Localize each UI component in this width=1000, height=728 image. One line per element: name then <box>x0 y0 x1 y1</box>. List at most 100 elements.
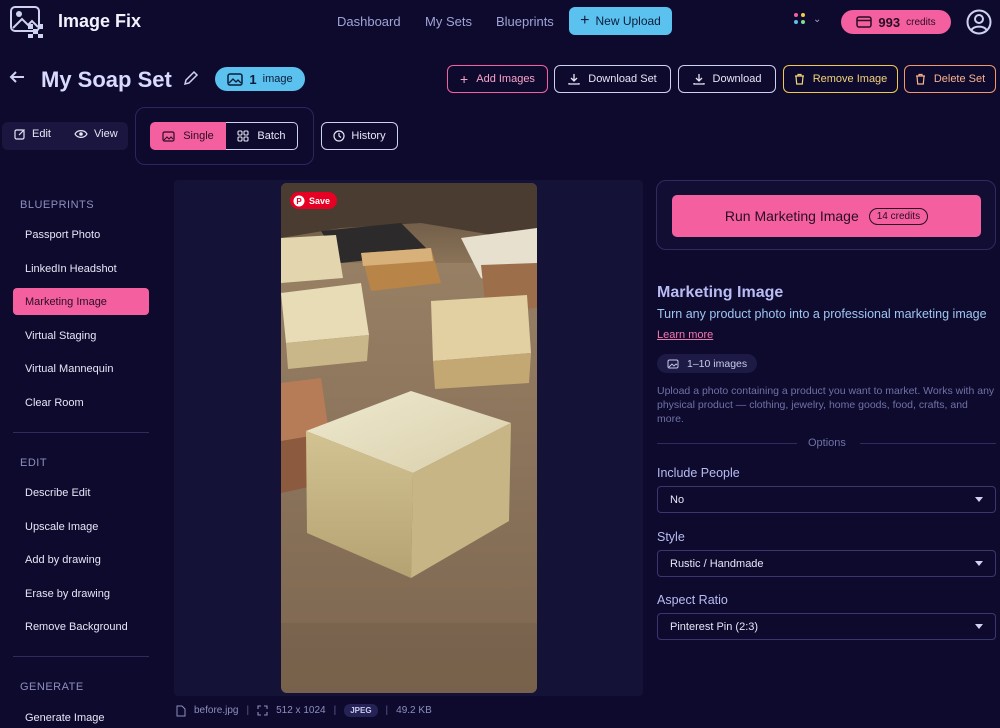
options-label: Options <box>808 437 846 449</box>
view-mode-button[interactable]: View <box>74 128 118 140</box>
pencil-icon[interactable] <box>183 70 199 89</box>
sidebar-divider <box>13 656 149 657</box>
options-divider <box>657 443 797 444</box>
caret-down-icon <box>975 497 983 502</box>
run-label: Run Marketing Image <box>724 208 859 224</box>
image-icon <box>162 130 175 142</box>
new-upload-label: New Upload <box>595 14 661 28</box>
sidebar-item-erase-by-drawing[interactable]: Erase by drawing <box>13 580 149 607</box>
download-button[interactable]: Download <box>678 65 776 93</box>
batch-mode-button[interactable]: Batch <box>226 122 298 150</box>
run-marketing-image-button[interactable]: Run Marketing Image 14 credits <box>672 195 981 237</box>
add-images-button[interactable]: + Add Images <box>447 65 548 93</box>
download-icon <box>692 74 705 85</box>
pinterest-save-button[interactable]: P Save <box>290 192 338 209</box>
soap-product-photo[interactable] <box>281 183 537 693</box>
sidebar-item-remove-background[interactable]: Remove Background <box>13 613 149 640</box>
include-people-value: No <box>670 493 685 506</box>
file-name: before.jpg <box>194 705 239 716</box>
caret-down-icon <box>975 624 983 629</box>
sidebar-item-virtual-staging[interactable]: Virtual Staging <box>13 322 149 349</box>
sidebar-item-add-by-drawing[interactable]: Add by drawing <box>13 546 149 573</box>
remove-image-label: Remove Image <box>812 73 888 85</box>
aspect-ratio-value: Pinterest Pin (2:3) <box>670 620 759 633</box>
grid-dots-icon <box>794 13 805 24</box>
sidebar-divider <box>13 432 149 433</box>
sidebar-item-linkedin-headshot[interactable]: LinkedIn Headshot <box>13 255 149 282</box>
single-mode-button[interactable]: Single <box>150 122 226 150</box>
blueprint-subtitle: Turn any product photo into a profession… <box>657 307 987 321</box>
nav-blueprints[interactable]: Blueprints <box>496 14 554 29</box>
new-upload-button[interactable]: + New Upload <box>569 7 672 35</box>
add-images-label: Add Images <box>476 73 535 85</box>
style-label: Style <box>657 530 685 544</box>
expand-icon <box>257 705 268 716</box>
run-credits-badge: 14 credits <box>868 207 929 225</box>
sidebar-item-marketing-image[interactable]: Marketing Image <box>13 288 149 315</box>
app-logo-icon[interactable] <box>10 6 46 38</box>
back-arrow-icon[interactable] <box>8 68 26 89</box>
svg-text:P: P <box>296 197 302 206</box>
sidebar-item-passport-photo[interactable]: Passport Photo <box>13 221 149 248</box>
images-range-badge: 1–10 images <box>657 354 758 373</box>
image-dimensions: 512 x 1024 <box>276 705 326 716</box>
edit-icon <box>14 129 25 140</box>
image-icon <box>667 359 679 368</box>
image-count: 1 <box>249 71 257 87</box>
image-count-label: image <box>262 73 293 85</box>
blueprint-title: Marketing Image <box>657 284 784 301</box>
aspect-ratio-label: Aspect Ratio <box>657 593 728 607</box>
plus-icon: + <box>580 12 590 29</box>
blueprints-heading: BLUEPRINTS <box>20 199 95 211</box>
edit-mode-button[interactable]: Edit <box>14 128 51 140</box>
download-icon <box>568 74 580 85</box>
user-avatar-icon[interactable] <box>966 9 992 35</box>
trash-icon <box>794 73 804 85</box>
clock-icon <box>333 130 345 142</box>
batch-mode-label: Batch <box>257 130 286 142</box>
aspect-ratio-select[interactable]: Pinterest Pin (2:3) <box>657 613 996 640</box>
separator: | <box>385 705 389 716</box>
credits-label: credits <box>906 16 936 28</box>
download-set-button[interactable]: Download Set <box>554 65 671 93</box>
credits-badge[interactable]: 993 credits <box>841 10 951 34</box>
sidebar-item-virtual-mannequin[interactable]: Virtual Mannequin <box>13 355 149 382</box>
style-select[interactable]: Rustic / Handmade <box>657 550 996 577</box>
include-people-select[interactable]: No <box>657 486 996 513</box>
edit-heading: EDIT <box>20 457 48 469</box>
image-count-badge: 1 image <box>215 67 305 91</box>
sidebar-item-describe-edit[interactable]: Describe Edit <box>13 479 149 506</box>
sidebar-item-upscale-image[interactable]: Upscale Image <box>13 513 149 540</box>
grid-icon <box>237 130 249 142</box>
generate-heading: GENERATE <box>20 681 84 693</box>
credit-card-icon <box>856 16 873 28</box>
eye-icon <box>74 130 88 138</box>
trash-icon <box>915 73 925 85</box>
file-icon <box>176 705 186 716</box>
download-label: Download <box>712 73 762 85</box>
learn-more-link[interactable]: Learn more <box>657 329 713 341</box>
options-divider <box>860 443 996 444</box>
view-mode-label: View <box>94 128 118 140</box>
delete-set-button[interactable]: Delete Set <box>904 65 996 93</box>
file-size: 49.2 KB <box>396 705 432 716</box>
credits-count: 993 <box>878 14 901 30</box>
pinterest-icon: P <box>293 195 305 206</box>
sidebar-item-clear-room[interactable]: Clear Room <box>13 389 149 416</box>
history-button[interactable]: History <box>321 122 398 150</box>
separator: | <box>333 705 337 716</box>
remove-image-button[interactable]: Remove Image <box>783 65 898 93</box>
caret-down-icon <box>975 561 983 566</box>
chevron-down-icon: ⌄ <box>813 13 822 25</box>
nav-dashboard[interactable]: Dashboard <box>337 14 401 29</box>
delete-set-label: Delete Set <box>933 73 986 85</box>
nav-my-sets[interactable]: My Sets <box>425 14 472 29</box>
image-format-badge: JPEG <box>344 704 378 717</box>
app-name[interactable]: Image Fix <box>58 11 141 32</box>
image-meta-footer: before.jpg | 512 x 1024 | JPEG | 49.2 KB <box>176 704 432 717</box>
history-label: History <box>351 130 386 142</box>
include-people-label: Include People <box>657 466 740 480</box>
images-range-label: 1–10 images <box>687 357 748 370</box>
apps-menu[interactable]: ⌄ <box>793 12 821 26</box>
sidebar-item-generate-image[interactable]: Generate Image <box>13 704 149 728</box>
